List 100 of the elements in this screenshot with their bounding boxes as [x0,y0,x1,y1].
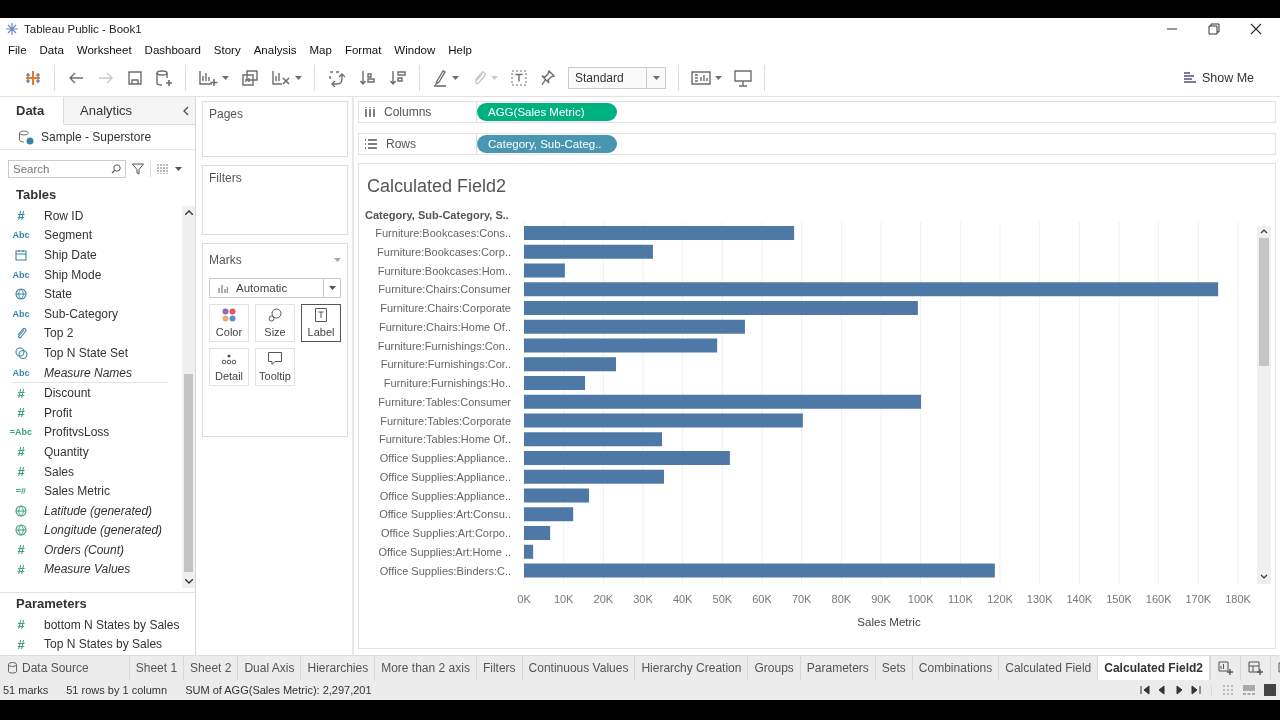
previous-icon[interactable] [1157,685,1167,695]
mark-type-dropdown[interactable]: Automatic [209,278,341,298]
search-icon[interactable] [111,164,121,174]
menu-item[interactable]: File [8,42,33,58]
field-name[interactable]: Sub-Category [34,306,119,321]
calendar-icon [15,249,27,261]
save-icon[interactable] [127,70,143,86]
mark-property-button[interactable]: Label [301,304,341,342]
axis-tick-label: 120K [987,593,1013,605]
field-type-icon: # [8,385,34,401]
bar[interactable] [524,338,718,353]
bar[interactable] [524,413,803,428]
field-name[interactable]: bottom N States by Sales [34,617,180,632]
field-name[interactable]: Top N States by Sales [34,637,163,652]
bar[interactable] [524,282,1219,297]
field-name[interactable]: Quantity [34,444,89,459]
presentation-icon[interactable] [734,69,752,87]
last-page-icon[interactable] [1191,685,1201,695]
sort-descending-icon[interactable] [389,69,407,87]
bar[interactable] [524,488,590,503]
caret-icon[interactable] [222,76,229,80]
caret-icon[interactable] [328,286,336,290]
close-icon[interactable] [1250,23,1262,35]
bar[interactable] [524,507,574,522]
menu-item[interactable]: Help [448,42,478,58]
field-name[interactable]: Measure Values [34,562,131,577]
new-worksheet-icon[interactable] [1218,661,1233,675]
bar[interactable] [524,263,565,278]
field-name[interactable]: Discount [34,386,91,401]
field-name[interactable]: ProfitvsLoss [34,425,110,440]
field-name[interactable]: Ship Date [34,248,97,262]
bar[interactable] [524,357,617,372]
show-cards-icon[interactable] [691,70,711,86]
caret-icon[interactable] [175,167,182,171]
menu-item[interactable]: Story [213,42,247,58]
caret-icon[interactable] [295,76,302,80]
caret-icon[interactable] [652,76,660,80]
data-source-name[interactable]: Sample - Superstore [41,130,152,144]
list-view-icon[interactable] [157,164,169,174]
tableau-logo-icon[interactable] [24,69,42,87]
menu-item[interactable]: Format [344,42,388,58]
field-name[interactable]: Row ID [34,208,84,223]
field-name[interactable]: State [34,287,73,302]
field-name[interactable]: Measure Names [34,365,133,380]
field-name[interactable]: Profit [34,405,72,420]
sheet-tab[interactable]: Calculated Field2 [1098,656,1210,680]
swap-icon[interactable] [327,69,347,87]
bar[interactable] [524,432,663,447]
menu-item[interactable]: Worksheet [76,42,138,58]
first-page-icon[interactable] [1140,685,1150,695]
bar[interactable] [524,469,664,484]
scrollbar[interactable] [1257,226,1271,584]
field-name[interactable]: Orders (Count) [34,542,125,557]
clear-sheet-icon[interactable] [271,69,291,87]
caret-icon[interactable] [715,76,722,80]
fit-dropdown[interactable]: Standard [568,67,666,89]
pane-tab[interactable]: Analytics [64,97,144,125]
bar[interactable] [524,544,534,559]
field-name[interactable]: Sales Metric [34,484,111,499]
new-dashboard-icon[interactable] [1248,661,1263,675]
field-name[interactable]: Top 2 [34,326,74,341]
field-name[interactable]: Latitude (generated) [34,503,153,518]
menu-item[interactable]: Dashboard [144,42,207,58]
show-me-button[interactable]: Show Me [1183,69,1254,87]
mark-property-button[interactable]: Size [255,304,295,342]
filmstrip-view-icon[interactable] [1243,684,1255,696]
duplicate-sheet-icon[interactable] [241,69,259,87]
restore-icon[interactable] [1208,23,1220,35]
field-name[interactable]: Segment [34,228,93,243]
pin-icon[interactable] [540,69,556,87]
back-arrow-icon[interactable] [67,70,85,86]
next-icon[interactable] [1174,685,1184,695]
bar[interactable] [524,563,995,578]
highlighter-icon[interactable] [432,69,448,87]
collapse-icon[interactable] [183,105,189,116]
mark-property-button[interactable]: Color [209,304,249,342]
field-name[interactable]: Top N State Set [34,345,129,360]
caret-icon[interactable] [452,76,459,80]
bar[interactable] [524,244,653,259]
mark-property-button[interactable]: Detail [209,348,249,386]
menu-item[interactable]: Map [309,42,338,58]
search-field[interactable]: Search [8,160,126,178]
bar[interactable] [524,526,551,540]
bar[interactable] [524,319,745,334]
mark-property-button[interactable]: Tooltip [255,348,295,386]
menu-item[interactable]: Window [394,42,442,58]
field-name[interactable]: Ship Mode [34,267,102,282]
sort-ascending-icon[interactable] [359,69,377,87]
scrollbar[interactable] [182,206,195,588]
filter-icon[interactable] [132,163,144,175]
scroll-down-icon[interactable] [184,579,193,584]
field-name[interactable]: Longitude (generated) [34,523,163,538]
field-name[interactable]: Sales [34,464,75,479]
menu-item[interactable]: Analysis [253,42,303,58]
new-worksheet-icon[interactable] [198,69,218,87]
bar[interactable] [524,394,922,409]
database-plus-icon[interactable] [155,69,173,87]
menu-item[interactable]: Data [39,42,70,58]
scroll-up-icon[interactable] [184,210,193,215]
text-label-icon[interactable] [510,69,528,87]
